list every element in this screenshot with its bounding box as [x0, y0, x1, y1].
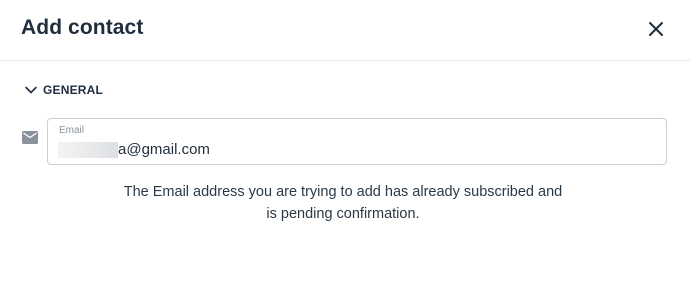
close-icon: [649, 22, 663, 36]
mail-icon: [22, 131, 38, 144]
section-toggle-general[interactable]: GENERAL: [24, 80, 103, 100]
dialog-header: Add contact: [0, 0, 690, 61]
status-message-line2: is pending confirmation.: [266, 206, 420, 222]
section-label: GENERAL: [43, 83, 104, 97]
email-field[interactable]: Email a@gmail.com: [47, 118, 667, 165]
chevron-down-icon: [24, 83, 38, 97]
close-button[interactable]: [644, 17, 668, 41]
email-field-value[interactable]: a@gmail.com: [58, 141, 210, 158]
email-value-text: a@gmail.com: [118, 141, 210, 158]
redacted-text: [58, 141, 118, 158]
dialog-title: Add contact: [21, 16, 144, 39]
status-message-line1: The Email address you are trying to add …: [123, 184, 563, 200]
email-field-label: Email: [59, 125, 85, 136]
status-message: The Email address you are trying to add …: [100, 181, 586, 225]
